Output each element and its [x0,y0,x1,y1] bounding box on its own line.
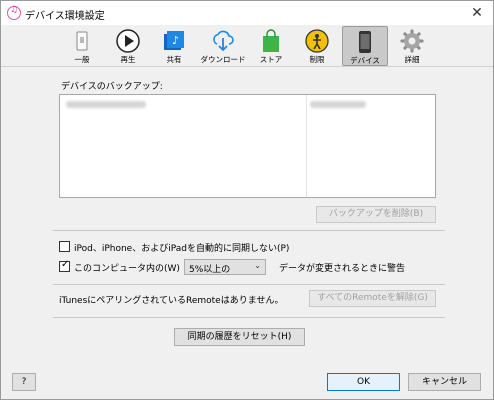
prevent-auto-sync-checkbox[interactable] [59,241,70,252]
warn-data-change-checkbox[interactable] [59,259,70,272]
prevent-auto-sync-label: iPod、iPhone、およびiPadを自動的に同期しない(P) [74,244,290,254]
tab-sharing[interactable]: ♪ 共有 [152,26,196,66]
column-divider [306,95,307,197]
warn-data-change-label: このコンピュータ内の(W) [74,264,180,274]
gear-icon [400,29,424,53]
iphone-icon [359,31,371,53]
music-folder-icon: ♪ [164,31,184,50]
divider [53,230,445,231]
tab-restrictions-label: 制限 [309,55,325,64]
title-bar: デバイス環境設定 ✕ [1,1,493,25]
tab-store[interactable]: ストア [249,26,293,66]
percent-threshold-select[interactable]: 5%以上の ⌄ [184,259,266,275]
cancel-button[interactable]: キャンセル [408,373,481,391]
device-backups-list[interactable] [59,94,436,198]
delete-backup-button[interactable]: バックアップを削除(B) [316,206,436,223]
tab-download[interactable]: ダウンロード [198,26,248,66]
close-button[interactable]: ✕ [467,4,487,22]
preferences-toolbar: 一般 再生 ♪ 共有 ダウンロード ストア 制限 デバイス 詳細 [1,25,493,67]
percent-threshold-value: 5%以上の [189,265,231,275]
remote-status-text: iTunesにペアリングされているRemoteはありません。 [59,296,284,306]
warn-data-change-suffix: データが変更されるときに警告 [279,264,406,274]
tab-restrictions[interactable]: 制限 [295,26,339,66]
itunes-icon [7,5,21,20]
forget-all-remotes-button[interactable]: すべてのRemoteを解除(G) [309,290,436,307]
shopping-bag-icon [263,29,279,52]
tab-devices[interactable]: デバイス [342,26,388,66]
divider [53,317,445,318]
reset-sync-history-button[interactable]: 同期の履歴をリセット(H) [174,328,305,346]
window-title: デバイス環境設定 [25,11,105,22]
parental-control-icon [305,29,329,53]
tab-general[interactable]: 一般 [60,26,104,66]
tab-store-label: ストア [259,55,283,64]
svg-text:♪: ♪ [172,34,179,47]
tab-devices-label: デバイス [350,56,380,65]
chevron-down-icon: ⌄ [254,261,261,270]
ok-button[interactable]: OK [327,373,400,391]
backup-device-name-redacted [66,101,146,108]
tab-download-label: ダウンロード [200,55,246,64]
switch-icon [76,31,88,51]
tab-sharing-label: 共有 [166,55,182,64]
device-preferences-window: デバイス環境設定 ✕ 一般 再生 ♪ 共有 [0,0,494,400]
tab-playback-label: 再生 [120,55,136,64]
device-backups-label: デバイスのバックアップ: [61,82,163,92]
tab-general-label: 一般 [74,55,90,64]
tab-playback[interactable]: 再生 [106,26,150,66]
tab-advanced[interactable]: 詳細 [390,26,434,66]
cloud-download-icon [213,30,234,52]
divider [53,284,445,285]
play-icon [116,29,140,53]
help-button[interactable]: ? [12,373,36,391]
tab-advanced-label: 詳細 [404,55,420,64]
backup-date-redacted [310,101,366,108]
